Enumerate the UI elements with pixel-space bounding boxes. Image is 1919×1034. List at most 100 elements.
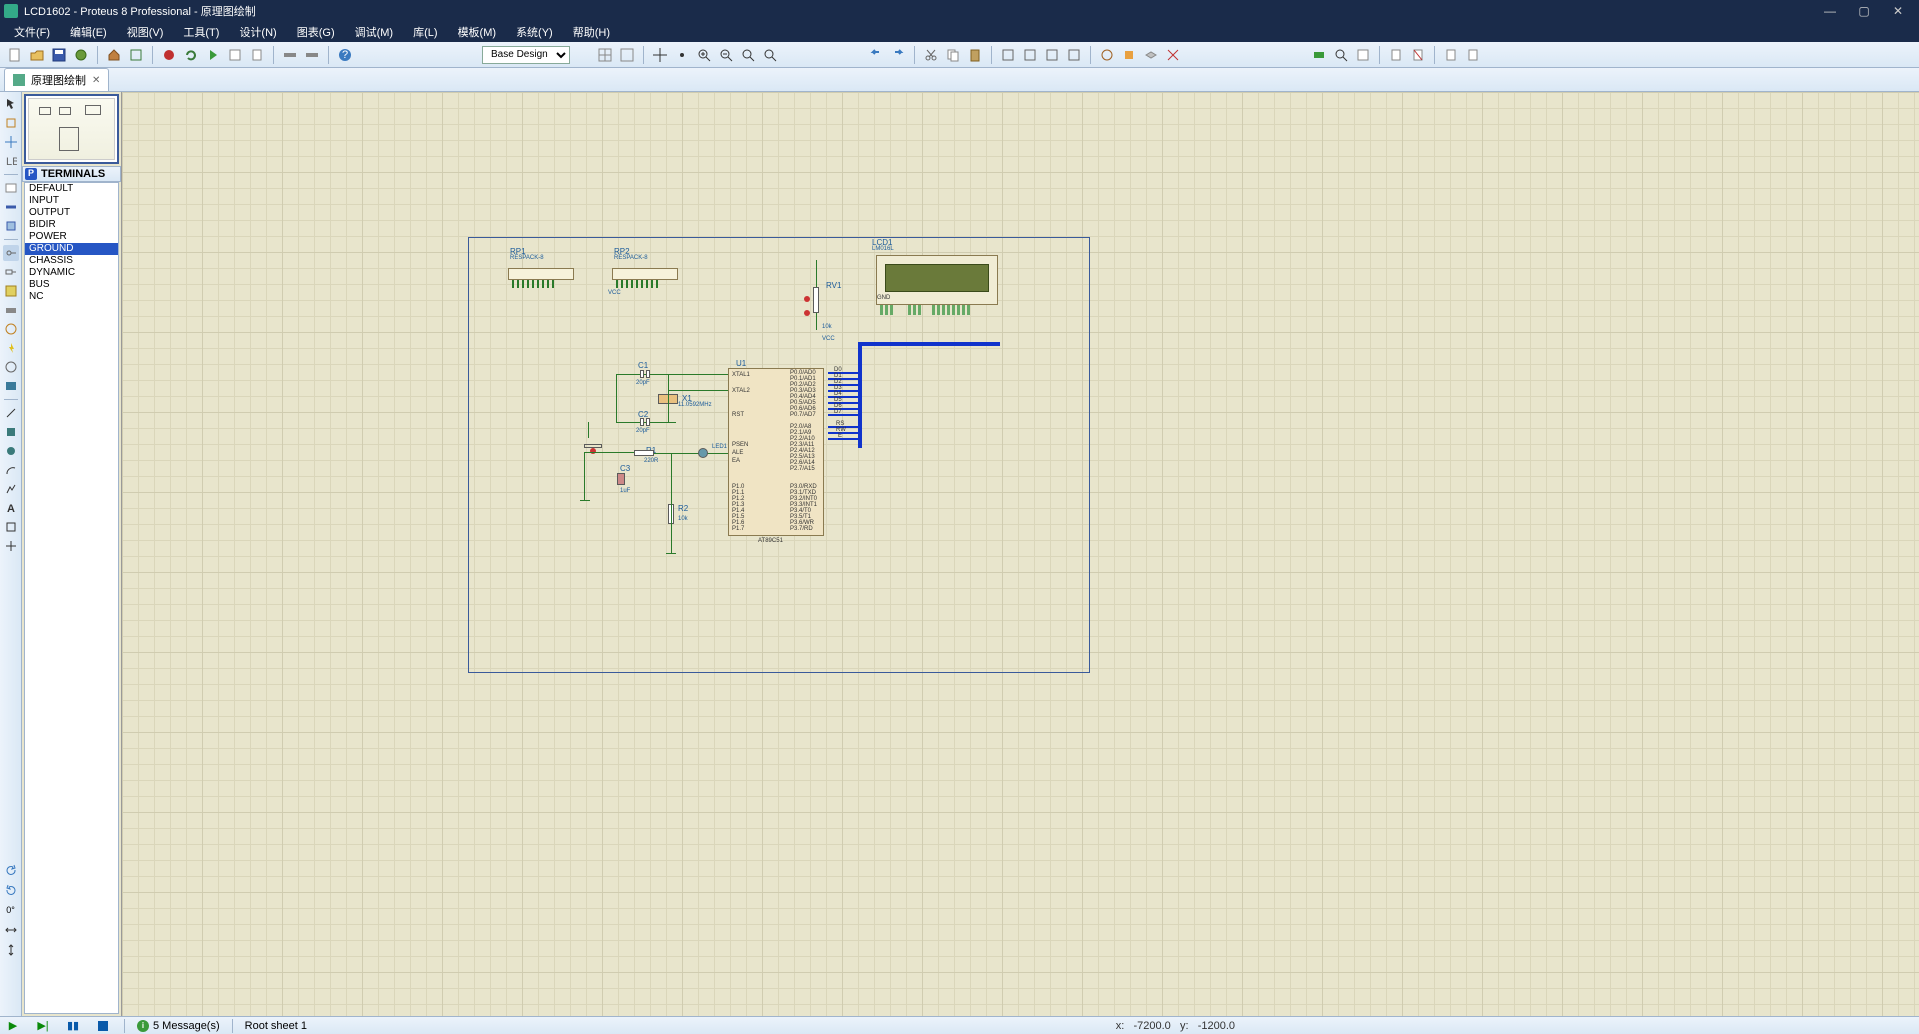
packaging-icon[interactable] [1142, 46, 1160, 64]
pick-icon[interactable] [1098, 46, 1116, 64]
design-variant-combo[interactable]: Base Design [482, 46, 570, 64]
current-probe-icon[interactable] [3, 359, 19, 375]
save-icon[interactable] [50, 46, 68, 64]
open-icon[interactable] [28, 46, 46, 64]
menu-debug[interactable]: 调试(M) [345, 22, 404, 42]
wire-label-icon[interactable]: LBL [3, 153, 19, 169]
snap-icon[interactable] [618, 46, 636, 64]
layers-icon[interactable] [303, 46, 321, 64]
zoom-out-icon[interactable] [717, 46, 735, 64]
component-led1[interactable] [698, 448, 708, 458]
schematic-icon[interactable] [127, 46, 145, 64]
rotate-cw-icon[interactable] [3, 862, 19, 878]
new-sheet-icon[interactable] [1387, 46, 1405, 64]
rotate-ccw-icon[interactable] [3, 882, 19, 898]
menu-view[interactable]: 视图(V) [117, 22, 174, 42]
menu-chart[interactable]: 图表(G) [287, 22, 345, 42]
step-button[interactable]: ▶| [34, 1019, 52, 1033]
component-r1[interactable] [634, 450, 654, 456]
tape-recorder-icon[interactable] [3, 302, 19, 318]
play-icon[interactable] [204, 46, 222, 64]
component-rp1[interactable] [508, 268, 574, 280]
component-rp2[interactable] [612, 268, 678, 280]
sheet-icon[interactable] [248, 46, 266, 64]
terminal-item-bus[interactable]: BUS [25, 279, 118, 291]
menu-tools[interactable]: 工具(T) [173, 22, 229, 42]
component-c3[interactable] [617, 473, 625, 485]
close-button[interactable]: ✕ [1889, 4, 1907, 18]
help-icon[interactable]: ? [336, 46, 354, 64]
selection-mode-icon[interactable] [3, 96, 19, 112]
terminal-item-ground[interactable]: GROUND [25, 243, 118, 255]
subcircuit-icon[interactable] [3, 218, 19, 234]
info-icon[interactable] [226, 46, 244, 64]
new-icon[interactable] [6, 46, 24, 64]
property-icon[interactable] [1354, 46, 1372, 64]
text-script-icon[interactable] [3, 180, 19, 196]
minimize-button[interactable]: — [1821, 4, 1839, 18]
menu-help[interactable]: 帮助(H) [563, 22, 620, 42]
terminal-item-power[interactable]: POWER [25, 231, 118, 243]
schematic-canvas[interactable]: RP1 RESPACK-8 RP2 RESPACK-8 VCC LCD1 LM0… [122, 92, 1919, 1016]
menu-design[interactable]: 设计(N) [229, 22, 286, 42]
make-device-icon[interactable] [1120, 46, 1138, 64]
virtual-instruments-icon[interactable] [3, 378, 19, 394]
tab-schematic[interactable]: 原理图绘制 ✕ [4, 68, 109, 91]
messages-indicator[interactable]: i 5 Message(s) [137, 1020, 220, 1032]
marker-2d-icon[interactable] [3, 538, 19, 554]
zoom-all-icon[interactable] [739, 46, 757, 64]
symbol-2d-icon[interactable] [3, 519, 19, 535]
graph-mode-icon[interactable] [3, 283, 19, 299]
menu-library[interactable]: 库(L) [403, 22, 447, 42]
stop-button[interactable] [94, 1019, 112, 1033]
text-2d-icon[interactable]: A [3, 500, 19, 516]
block-rotate-icon[interactable] [1043, 46, 1061, 64]
menu-system[interactable]: 系统(Y) [506, 22, 563, 42]
rv1-wiper-up[interactable] [804, 296, 810, 302]
refresh-icon[interactable] [182, 46, 200, 64]
bus-icon[interactable] [3, 199, 19, 215]
search-icon[interactable] [1332, 46, 1350, 64]
terminal-item-default[interactable]: DEFAULT [25, 183, 118, 195]
terminals-list[interactable]: DEFAULT INPUT OUTPUT BIDIR POWER GROUND … [24, 182, 119, 1014]
zoom-extents-icon[interactable] [281, 46, 299, 64]
cut-icon[interactable] [922, 46, 940, 64]
flip-horizontal-icon[interactable] [3, 922, 19, 938]
menu-edit[interactable]: 编辑(E) [60, 22, 117, 42]
paste-icon[interactable] [966, 46, 984, 64]
decompose-icon[interactable] [1164, 46, 1182, 64]
block-move-icon[interactable] [1021, 46, 1039, 64]
path-2d-icon[interactable] [3, 481, 19, 497]
arc-2d-icon[interactable] [3, 462, 19, 478]
zoom-area-icon[interactable] [761, 46, 779, 64]
redo-icon[interactable] [889, 46, 907, 64]
import-icon[interactable] [72, 46, 90, 64]
terminals-mode-icon[interactable] [3, 245, 19, 261]
home-icon[interactable] [105, 46, 123, 64]
terminal-item-output[interactable]: OUTPUT [25, 207, 118, 219]
terminal-item-dynamic[interactable]: DYNAMIC [25, 267, 118, 279]
junction-dot-icon[interactable] [3, 134, 19, 150]
wire-autoroute-icon[interactable] [1310, 46, 1328, 64]
pause-button[interactable]: ▮▮ [64, 1019, 82, 1033]
origin-icon[interactable] [651, 46, 669, 64]
tab-close-icon[interactable]: ✕ [92, 75, 100, 86]
pcb-icon[interactable] [160, 46, 178, 64]
generator-icon[interactable] [3, 321, 19, 337]
rv1-wiper-down[interactable] [804, 310, 810, 316]
maximize-button[interactable]: ▢ [1855, 4, 1873, 18]
goto-sheet-icon[interactable] [1464, 46, 1482, 64]
voltage-probe-icon[interactable] [3, 340, 19, 356]
remove-sheet-icon[interactable] [1409, 46, 1427, 64]
copy-icon[interactable] [944, 46, 962, 64]
menu-file[interactable]: 文件(F) [4, 22, 60, 42]
block-delete-icon[interactable] [1065, 46, 1083, 64]
line-2d-icon[interactable] [3, 405, 19, 421]
menu-template[interactable]: 模板(M) [448, 22, 507, 42]
pan-icon[interactable] [673, 46, 691, 64]
circle-2d-icon[interactable] [3, 443, 19, 459]
play-button[interactable]: ▶ [4, 1019, 22, 1033]
terminal-item-bidir[interactable]: BIDIR [25, 219, 118, 231]
flip-vertical-icon[interactable] [3, 942, 19, 958]
block-copy-icon[interactable] [999, 46, 1017, 64]
